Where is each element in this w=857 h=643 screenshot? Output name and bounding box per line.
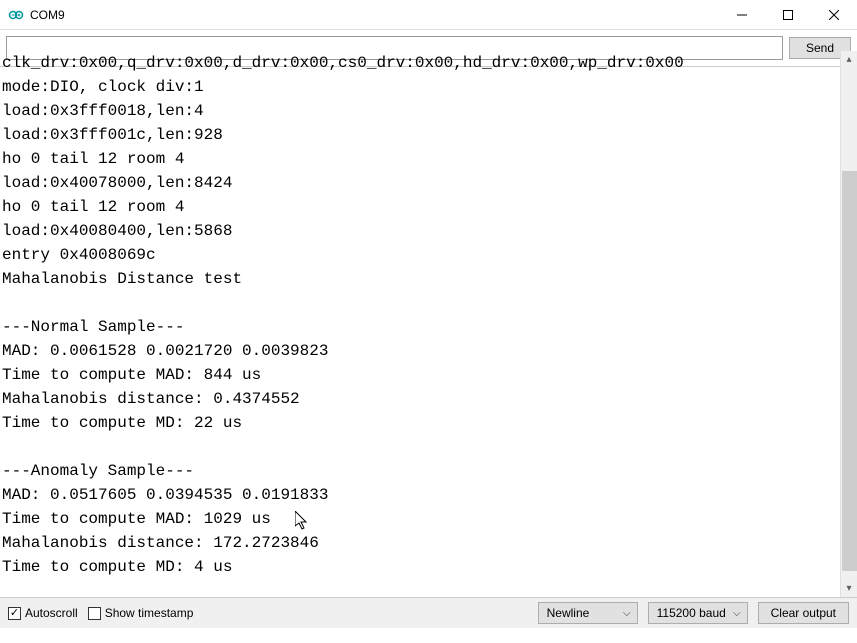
window-title: COM9: [30, 8, 719, 22]
window-controls: [719, 0, 857, 29]
baud-value: 115200 baud: [657, 606, 726, 620]
clear-output-button[interactable]: Clear output: [758, 602, 849, 624]
line-ending-select[interactable]: Newline: [538, 602, 638, 624]
timestamp-label: Show timestamp: [105, 606, 194, 620]
serial-output[interactable]: clk_drv:0x00,q_drv:0x00,d_drv:0x00,cs0_d…: [0, 51, 857, 597]
close-button[interactable]: [811, 0, 857, 29]
timestamp-checkbox[interactable]: Show timestamp: [88, 606, 194, 620]
maximize-button[interactable]: [765, 0, 811, 29]
scrollbar-thumb[interactable]: [842, 171, 857, 571]
autoscroll-checkbox[interactable]: Autoscroll: [8, 606, 78, 620]
autoscroll-label: Autoscroll: [25, 606, 78, 620]
scroll-up-icon[interactable]: ▴: [841, 51, 857, 68]
scroll-down-icon[interactable]: ▾: [841, 580, 857, 597]
titlebar: COM9: [0, 0, 857, 30]
bottom-bar: Autoscroll Show timestamp Newline 115200…: [0, 598, 857, 628]
baud-select[interactable]: 115200 baud: [648, 602, 748, 624]
minimize-button[interactable]: [719, 0, 765, 29]
checkbox-icon: [8, 607, 21, 620]
line-ending-value: Newline: [547, 606, 590, 620]
arduino-icon: [8, 7, 24, 23]
checkbox-icon: [88, 607, 101, 620]
scrollbar[interactable]: ▴ ▾: [840, 51, 857, 597]
console-wrapper: clk_drv:0x00,q_drv:0x00,d_drv:0x00,cs0_d…: [0, 51, 857, 598]
